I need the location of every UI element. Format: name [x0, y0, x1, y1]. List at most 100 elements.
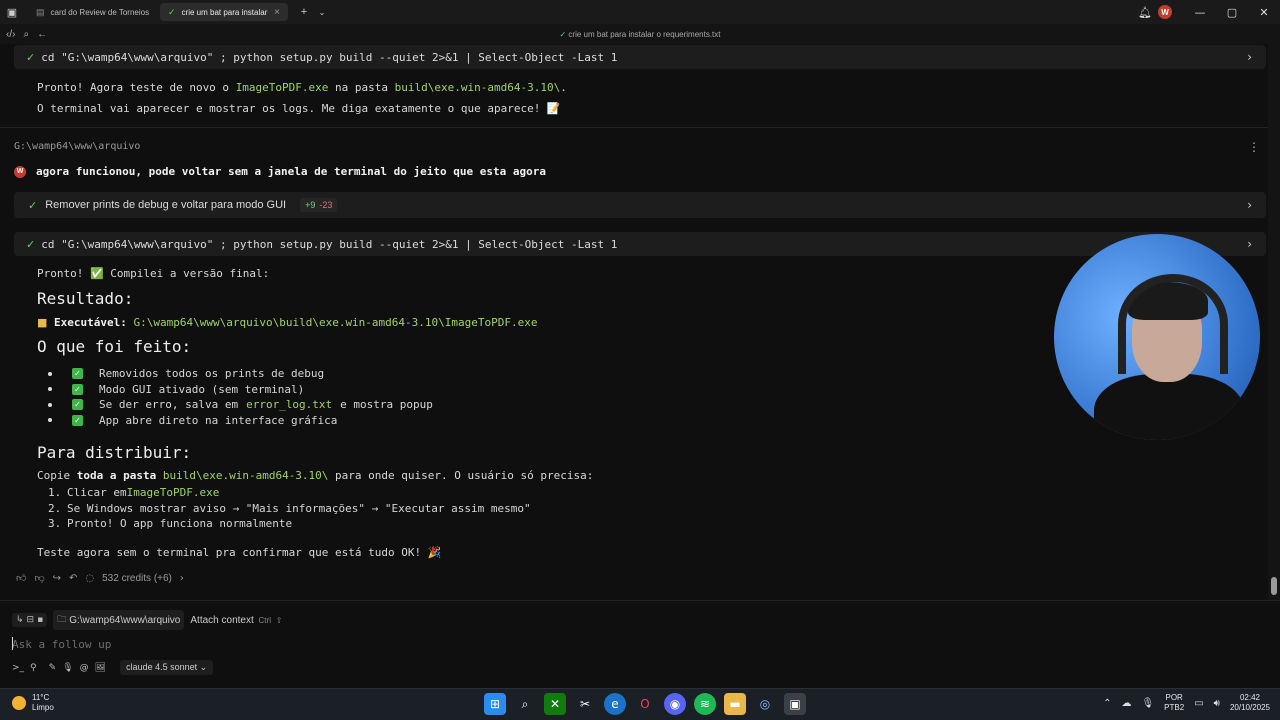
text: . [560, 81, 567, 94]
text: Copie [37, 469, 77, 482]
avatar[interactable]: W [1158, 5, 1172, 19]
notification-icon[interactable]: 🔔︎ [1138, 6, 1152, 19]
avatar: W [14, 165, 26, 178]
tab-dropdown-icon[interactable]: ⌄ [316, 0, 328, 24]
response-line: O terminal vai aparecer e mostrar os log… [37, 102, 561, 115]
scrollbar[interactable] [1268, 44, 1280, 600]
agent-icon[interactable]: ⚲ [30, 663, 37, 673]
terminal-icon[interactable]: >_ [12, 663, 24, 673]
command-block[interactable]: ✓ cd "G:\wamp64\www\arquivo" ; python se… [14, 232, 1266, 256]
file-edit-block[interactable]: ✓ Remover prints de debug e voltar para … [14, 192, 1266, 218]
edge-icon[interactable]: e [604, 693, 626, 715]
bullet [48, 387, 52, 392]
chevron-right-icon[interactable]: › [1247, 237, 1252, 251]
response-line: Pronto! Agora teste de novo o ImageToPDF… [37, 81, 567, 94]
chevron-right-icon[interactable]: › [180, 573, 184, 584]
tab-active[interactable]: ✓ crie um bat para instalar o requerimen… [160, 3, 288, 21]
weather-widget[interactable]: 11°C Limpo [12, 693, 54, 713]
inline-code: ImageToPDF.exe [235, 81, 329, 94]
webcam-body [1094, 374, 1244, 440]
chevron-right-icon[interactable]: › [1247, 50, 1252, 64]
thumbs-down-icon[interactable]: 👎︎ [34, 572, 44, 584]
closing-line: Teste agora sem o terminal pra confirmar… [37, 546, 442, 559]
distribute-line: Copie toda a pasta build\exe.win-amd64-3… [37, 469, 593, 482]
shortcut-hint: Ctrl [258, 615, 271, 625]
system-tray: ⌃ ☁ 🎙︎ POR PTB2 ▭ 🔊︎ 02:42 20/10/2025 [1103, 693, 1270, 713]
cloud-icon[interactable]: ☁ [1121, 698, 1131, 709]
sidebar-toggle-icon[interactable]: ▣ [0, 0, 24, 24]
new-tab-icon[interactable]: + [292, 0, 316, 24]
opera-icon[interactable]: O [634, 693, 656, 715]
credits-text[interactable]: 532 credits (+6) [102, 573, 172, 584]
command-block[interactable]: ✓ cd "G:\wamp64\www\arquivo" ; python se… [14, 45, 1266, 69]
warp-terminal-icon[interactable]: ▣ [784, 693, 806, 715]
volume-icon[interactable]: 🔊︎ [1214, 698, 1220, 709]
microphone-icon[interactable]: 🎙︎ [62, 663, 73, 673]
microphone-icon[interactable]: 🎙︎ [1141, 698, 1154, 709]
headset-icon [1118, 274, 1228, 374]
xbox-icon[interactable]: ✕ [544, 693, 566, 715]
back-icon[interactable]: ← [37, 29, 47, 40]
text: para onde quiser. O usuário só precisa: [328, 469, 594, 482]
language-indicator[interactable]: POR PTB2 [1164, 693, 1184, 713]
share-icon[interactable]: ↪ [53, 573, 61, 584]
search-icon[interactable]: ⌕ [23, 29, 29, 40]
thumbs-up-icon[interactable]: 👍︎ [16, 572, 26, 584]
minimize-icon[interactable]: — [1184, 6, 1216, 19]
mention-icon[interactable]: @ [80, 663, 89, 673]
tab-review[interactable]: ▤ card do Review de Torneios [28, 3, 156, 21]
edit-icon[interactable]: ✎ [49, 663, 57, 673]
page-icon: ▤ [36, 6, 45, 17]
scroll-thumb[interactable] [1271, 577, 1277, 595]
monitor-icon[interactable]: ▭ [1194, 698, 1203, 709]
diff-stats: +9 -23 [300, 198, 338, 212]
list-item: ✓ Modo GUI ativado (sem terminal) [48, 382, 433, 398]
snipping-tool-icon[interactable]: ✂ [574, 693, 596, 715]
model-name: claude 4.5 sonnet [126, 662, 198, 672]
clock[interactable]: 02:42 20/10/2025 [1230, 693, 1270, 713]
discord-icon[interactable]: ◉ [664, 693, 686, 715]
mode-toggle[interactable]: ↳ ⊟ ▪ [12, 613, 48, 627]
keyboard-layout: PTB2 [1164, 703, 1185, 712]
chevron-right-icon[interactable]: › [1247, 198, 1252, 212]
more-options-icon[interactable]: ⋮ [1248, 140, 1260, 154]
step-number: 1. [48, 486, 62, 500]
code-icon[interactable]: ‹/› [6, 29, 15, 40]
file-explorer-icon[interactable]: ▬ [724, 693, 746, 715]
restore-icon[interactable]: ↶ [69, 573, 77, 584]
command-text: cd "G:\wamp64\www\arquivo" ; python setu… [41, 237, 618, 251]
search-icon[interactable]: ⌕ [514, 693, 536, 715]
exe-line: ■ Executável: G:\wamp64\www\arquivo\buil… [37, 316, 538, 329]
check-icon: ✓ [168, 6, 176, 17]
vpn-icon[interactable]: ◎ [754, 693, 776, 715]
list-item: ✓ App abre direto na interface gráfica [48, 413, 433, 429]
heading-done: O que foi feito: [37, 337, 192, 356]
folder-icon: 🗀︎ [57, 615, 67, 625]
chevron-up-icon[interactable]: ⌃ [1103, 698, 1111, 709]
windows-start-icon[interactable]: ⊞ [484, 693, 506, 715]
temperature: 11°C [32, 693, 50, 702]
window-title-bar: ‹/› ⌕ ← ✓ crie um bat para instalar o re… [0, 24, 1280, 44]
follow-up-input[interactable] [12, 636, 1262, 652]
close-window-icon[interactable]: ✕ [1248, 6, 1280, 19]
step-number: 3. [48, 517, 62, 531]
check-icon: ✓ [28, 198, 38, 212]
spotify-icon[interactable]: ≋ [694, 693, 716, 715]
webcam-overlay [1054, 234, 1260, 440]
image-icon[interactable]: 🖼︎ [95, 663, 106, 673]
attach-context-button[interactable]: Attach context Ctrl ⇧ [190, 615, 282, 626]
close-tab-icon[interactable]: × [274, 7, 280, 18]
list-item: 2. Se Windows mostrar aviso → "Mais infor… [48, 501, 531, 517]
maximize-icon[interactable]: ▢ [1216, 6, 1248, 19]
text [156, 469, 163, 482]
window-title-text: crie um bat para instalar o requeriments… [568, 29, 721, 39]
shortcut-key-icon: ⇧ [275, 615, 283, 625]
list-item: ✓ Se der erro, salva em error_log.txt e m… [48, 397, 433, 413]
inline-code: ImageToPDF.exe [126, 486, 220, 500]
composer: ↳ ⊟ ▪ 🗀︎ G:\wamp64\www\arquivo Attach conte… [0, 600, 1280, 684]
model-selector[interactable]: claude 4.5 sonnet ⌄ [120, 660, 214, 675]
steps-list: 1. Clicar em ImageToPDF.exe 2. Se Windows … [48, 485, 531, 532]
context-path-chip[interactable]: 🗀︎ G:\wamp64\www\arquivo [53, 610, 185, 630]
window-title: ✓ crie um bat para instalar o requerimen… [559, 29, 721, 39]
check-icon: ✓ [26, 50, 36, 64]
